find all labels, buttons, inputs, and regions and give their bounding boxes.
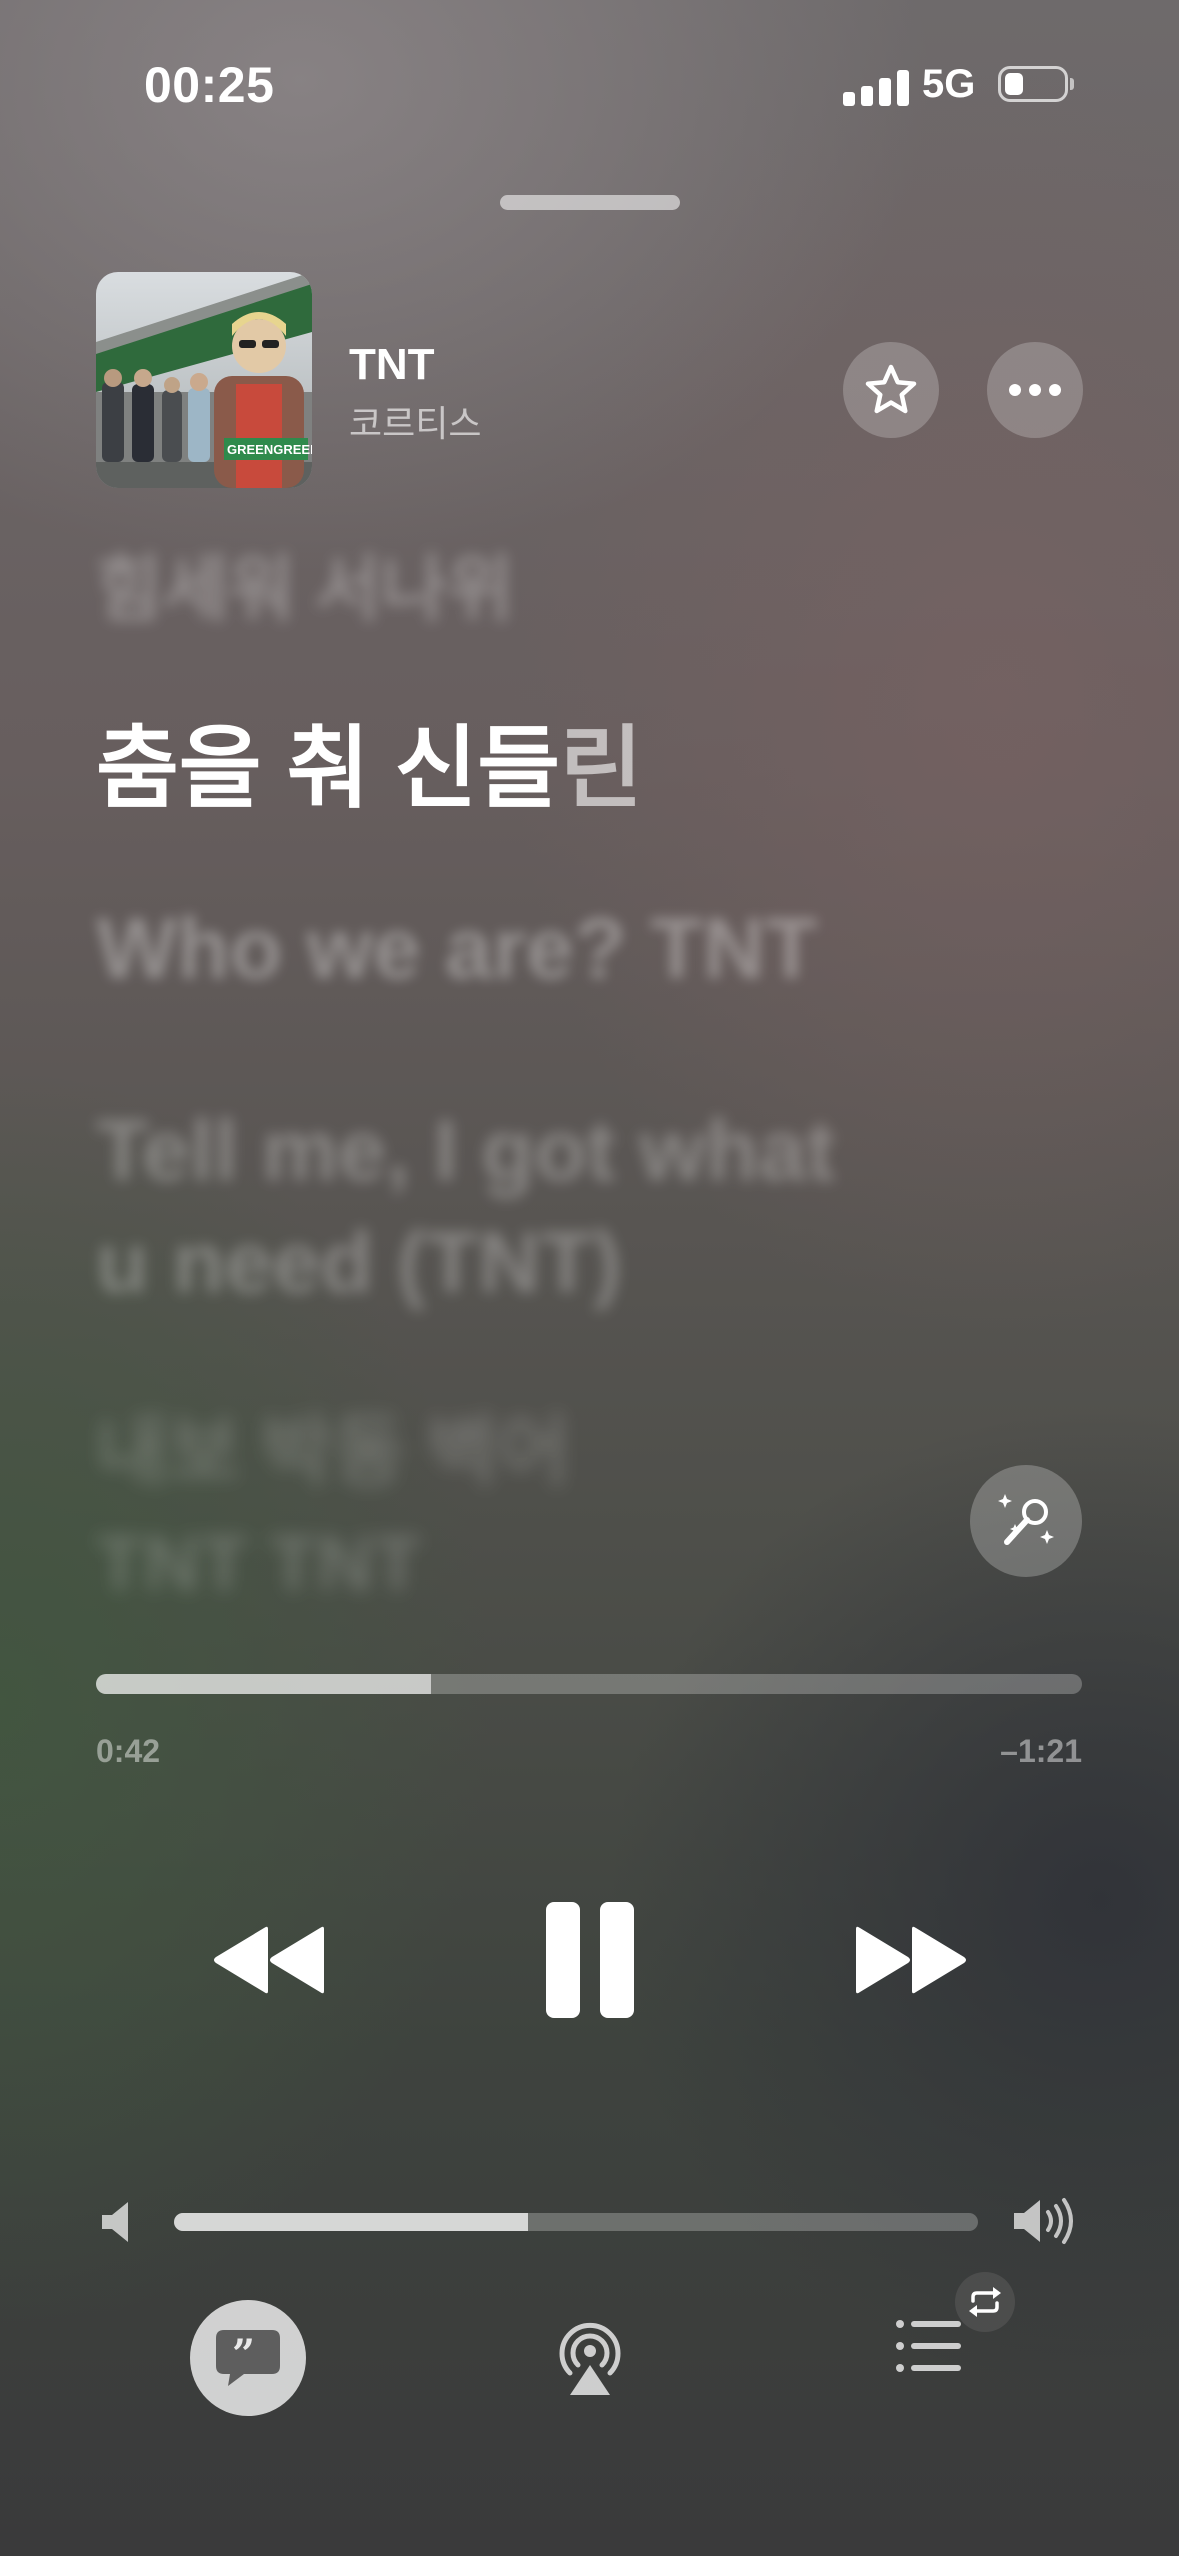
forward-button[interactable]	[840, 1900, 980, 2020]
volume-max-button[interactable]	[1012, 2195, 1076, 2252]
rewind-button[interactable]	[200, 1900, 340, 2020]
status-time: 00:25	[144, 57, 275, 113]
elapsed-time: 0:42	[96, 1733, 161, 1769]
lyric-line-next[interactable]: Who we are? TNT	[96, 900, 817, 999]
rewind-icon	[214, 1926, 324, 1994]
forward-icon	[856, 1926, 966, 1994]
lyric-line-next[interactable]: 내보 박동 벽어 TNT TNT	[96, 1395, 570, 1619]
pause-button[interactable]	[530, 1890, 650, 2030]
lyric-line-current[interactable]: 춤을 춰 신들린	[96, 695, 643, 825]
volume-level	[174, 2213, 528, 2231]
airplay-icon	[559, 2322, 621, 2395]
sheet-grabber[interactable]	[500, 195, 680, 210]
volume-low-icon	[102, 2202, 128, 2242]
lyric-line-next[interactable]: Tell me, I got what u need (TNT)	[96, 1095, 996, 1319]
sing-mic-icon	[998, 1494, 1054, 1545]
album-art-text: GREENGREEN	[227, 442, 312, 457]
repeat-icon	[969, 2287, 1001, 2317]
star-icon	[865, 364, 917, 414]
lyric-line-previous[interactable]: 힘세워 서나위	[96, 530, 513, 635]
lyric-line-text: TNT TNT	[96, 1519, 421, 1607]
sing-button[interactable]	[970, 1465, 1082, 1577]
playback-progress-slider[interactable]	[96, 1674, 1082, 1694]
signal-strength-icon	[843, 66, 909, 106]
pause-icon	[546, 1902, 634, 2018]
lyric-current-unsung: 린	[560, 719, 643, 819]
lyric-line-text: Tell me, I got what	[96, 1103, 836, 1199]
svg-text:”: ”	[232, 2331, 255, 2378]
lyrics-button[interactable]: ”	[190, 2300, 306, 2416]
progress-played	[96, 1674, 432, 1694]
volume-min-button[interactable]	[100, 2200, 134, 2249]
repeat-badge[interactable]	[955, 2272, 1015, 2332]
album-art[interactable]: GREENGREEN	[96, 272, 312, 488]
volume-high-icon	[1014, 2198, 1073, 2244]
favorite-button[interactable]	[843, 342, 939, 438]
lyric-line-text: u need (TNT)	[96, 1215, 622, 1311]
network-type: 5G	[922, 62, 976, 106]
battery-icon	[998, 66, 1074, 102]
queue-list-icon	[896, 2320, 961, 2372]
more-icon	[1009, 384, 1061, 396]
artist-name[interactable]: 코르티스	[349, 395, 481, 447]
volume-slider[interactable]	[174, 2213, 978, 2231]
airplay-button[interactable]	[548, 2315, 632, 2399]
lyric-current-sung: 춤을 춰 신들	[96, 719, 561, 819]
lyric-line-text: 내보 박동 벽어	[96, 1407, 570, 1495]
lyrics-quote-icon: ”	[216, 2330, 280, 2386]
queue-button[interactable]	[895, 2318, 975, 2394]
more-button[interactable]	[987, 342, 1083, 438]
remaining-time: –1:21	[1000, 1733, 1082, 1769]
song-title[interactable]: TNT	[349, 340, 435, 390]
